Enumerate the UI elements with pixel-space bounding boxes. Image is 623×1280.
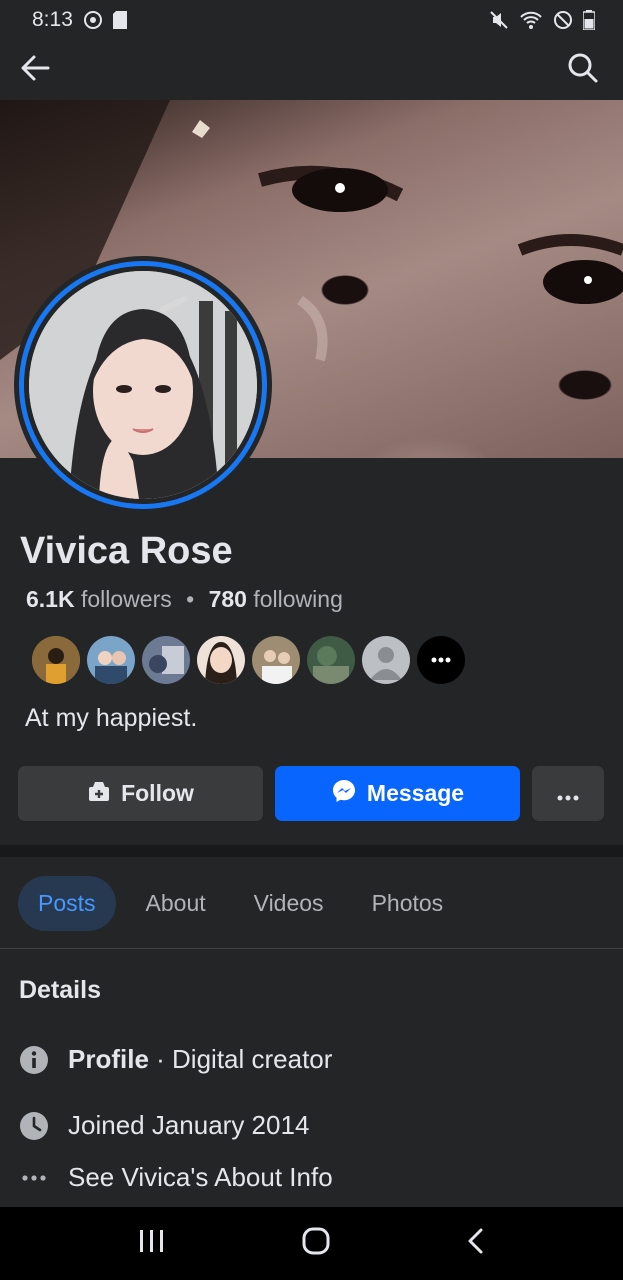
- status-bar: 8:13: [0, 0, 623, 40]
- search-icon[interactable]: [567, 52, 599, 89]
- more-friends-icon[interactable]: [417, 636, 465, 684]
- friend-avatar[interactable]: [87, 636, 135, 684]
- recent-apps-icon[interactable]: [138, 1228, 166, 1259]
- friend-avatars: [32, 636, 465, 684]
- details-heading: Details: [19, 976, 101, 1004]
- following-count[interactable]: 780: [209, 586, 247, 612]
- story-ring: [19, 261, 267, 509]
- tab-posts[interactable]: Posts: [18, 876, 116, 931]
- messenger-icon: [331, 778, 357, 810]
- detail-profile-type: Profile · Digital creator: [19, 1044, 332, 1075]
- mute-icon: [489, 10, 509, 30]
- top-navigation: [0, 40, 623, 100]
- back-arrow-icon[interactable]: [18, 51, 52, 90]
- friend-avatar[interactable]: [197, 636, 245, 684]
- profile-picture[interactable]: [14, 256, 272, 514]
- message-button[interactable]: Message: [275, 766, 520, 821]
- friend-avatar[interactable]: [252, 636, 300, 684]
- followers-count[interactable]: 6.1K: [26, 586, 75, 612]
- tab-videos[interactable]: Videos: [234, 876, 344, 931]
- tab-photos[interactable]: Photos: [352, 876, 464, 931]
- friend-avatar[interactable]: [142, 636, 190, 684]
- detail-joined: Joined January 2014: [19, 1110, 309, 1141]
- do-not-disturb-icon: [553, 10, 573, 30]
- friend-avatar[interactable]: [307, 636, 355, 684]
- profile-actions: Follow Message: [18, 766, 604, 821]
- follow-label: Follow: [121, 780, 194, 806]
- back-icon[interactable]: [466, 1227, 486, 1260]
- battery-icon: [583, 10, 595, 30]
- follow-button[interactable]: Follow: [18, 766, 263, 821]
- section-divider: [0, 845, 623, 857]
- more-options-button[interactable]: [532, 766, 604, 821]
- stats-separator: •: [186, 586, 195, 612]
- more-horizontal-icon: [557, 780, 579, 807]
- tabs-divider: [0, 948, 623, 949]
- about-info-label: See Vivica's About Info: [68, 1162, 333, 1192]
- profile-bio: At my happiest.: [25, 704, 198, 732]
- profile-tabs: Posts About Videos Photos: [18, 876, 463, 931]
- avatar: [29, 271, 257, 499]
- tab-about[interactable]: About: [126, 876, 226, 931]
- profile-type-label: Profile: [68, 1044, 149, 1074]
- clock-icon: [19, 1111, 49, 1141]
- system-navigation-bar: [0, 1207, 623, 1280]
- followers-label[interactable]: followers: [81, 586, 172, 612]
- follow-icon: [87, 779, 111, 809]
- about-info-link[interactable]: See Vivica's About Info: [19, 1162, 333, 1193]
- more-horizontal-icon: [19, 1163, 49, 1193]
- message-label: Message: [366, 780, 465, 806]
- friend-avatar[interactable]: [32, 636, 80, 684]
- default-avatar-icon[interactable]: [362, 636, 410, 684]
- profile-name: Vivica Rose: [20, 530, 233, 572]
- status-time: 8:13: [32, 8, 73, 31]
- home-icon[interactable]: [301, 1226, 331, 1261]
- follower-stats: 6.1K followers • 780 following: [26, 586, 343, 613]
- joined-date: Joined January 2014: [68, 1110, 310, 1140]
- profile-category: · Digital creator: [148, 1044, 333, 1074]
- sd-card-icon: [112, 11, 127, 29]
- info-icon: [19, 1045, 49, 1075]
- sync-icon: [83, 10, 103, 30]
- following-label[interactable]: following: [253, 586, 343, 612]
- wifi-icon: [519, 10, 543, 30]
